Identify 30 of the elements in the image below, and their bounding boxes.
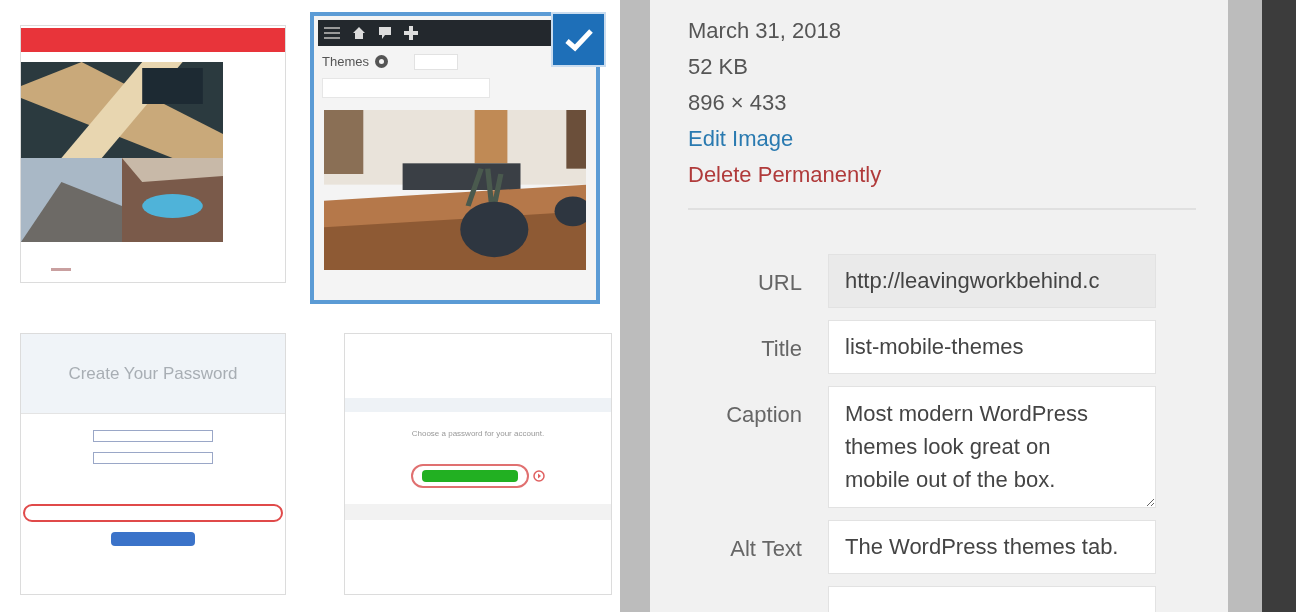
home-icon	[352, 26, 366, 40]
text-field[interactable]: The WordPress themes tab.	[828, 520, 1156, 574]
comment-icon	[378, 26, 392, 40]
field-label: Caption	[726, 401, 802, 429]
add-new-button[interactable]	[413, 53, 458, 70]
media-thumbnail[interactable]	[20, 25, 286, 283]
image-dimensions: 896 × 433	[688, 89, 787, 117]
menu-icon	[324, 26, 340, 40]
field-label: URL	[758, 269, 802, 297]
field-label: Title	[761, 335, 802, 363]
check-icon[interactable]	[551, 12, 606, 67]
password-field[interactable]	[93, 452, 213, 464]
footer-line	[51, 268, 71, 271]
url-field[interactable]: http://leavingworkbehind.c	[828, 254, 1156, 308]
page-heading: Choose a password for your account.	[411, 428, 545, 440]
media-thumbnail[interactable]: Themes	[310, 12, 600, 304]
delete-permanently-link[interactable]: Delete Permanently	[688, 160, 882, 190]
edit-image-link[interactable]: Edit Image	[688, 124, 794, 154]
upload-date: March 31, 2018	[688, 17, 841, 45]
password-field[interactable]	[93, 430, 213, 442]
page-heading: Themes	[322, 53, 369, 71]
search-field[interactable]	[322, 77, 490, 98]
create-password-button[interactable]	[411, 464, 529, 488]
gear-icon	[374, 55, 388, 69]
text-field[interactable]: list-mobile-themes	[828, 320, 1156, 374]
file-size: 52 KB	[688, 53, 748, 81]
page-heading: Create Your Password	[68, 362, 238, 385]
field-label: Alt Text	[730, 535, 802, 563]
caption-field[interactable]: Most modern WordPress themes look great on mobile out of the box.	[828, 386, 1156, 508]
plus-icon	[404, 26, 418, 40]
